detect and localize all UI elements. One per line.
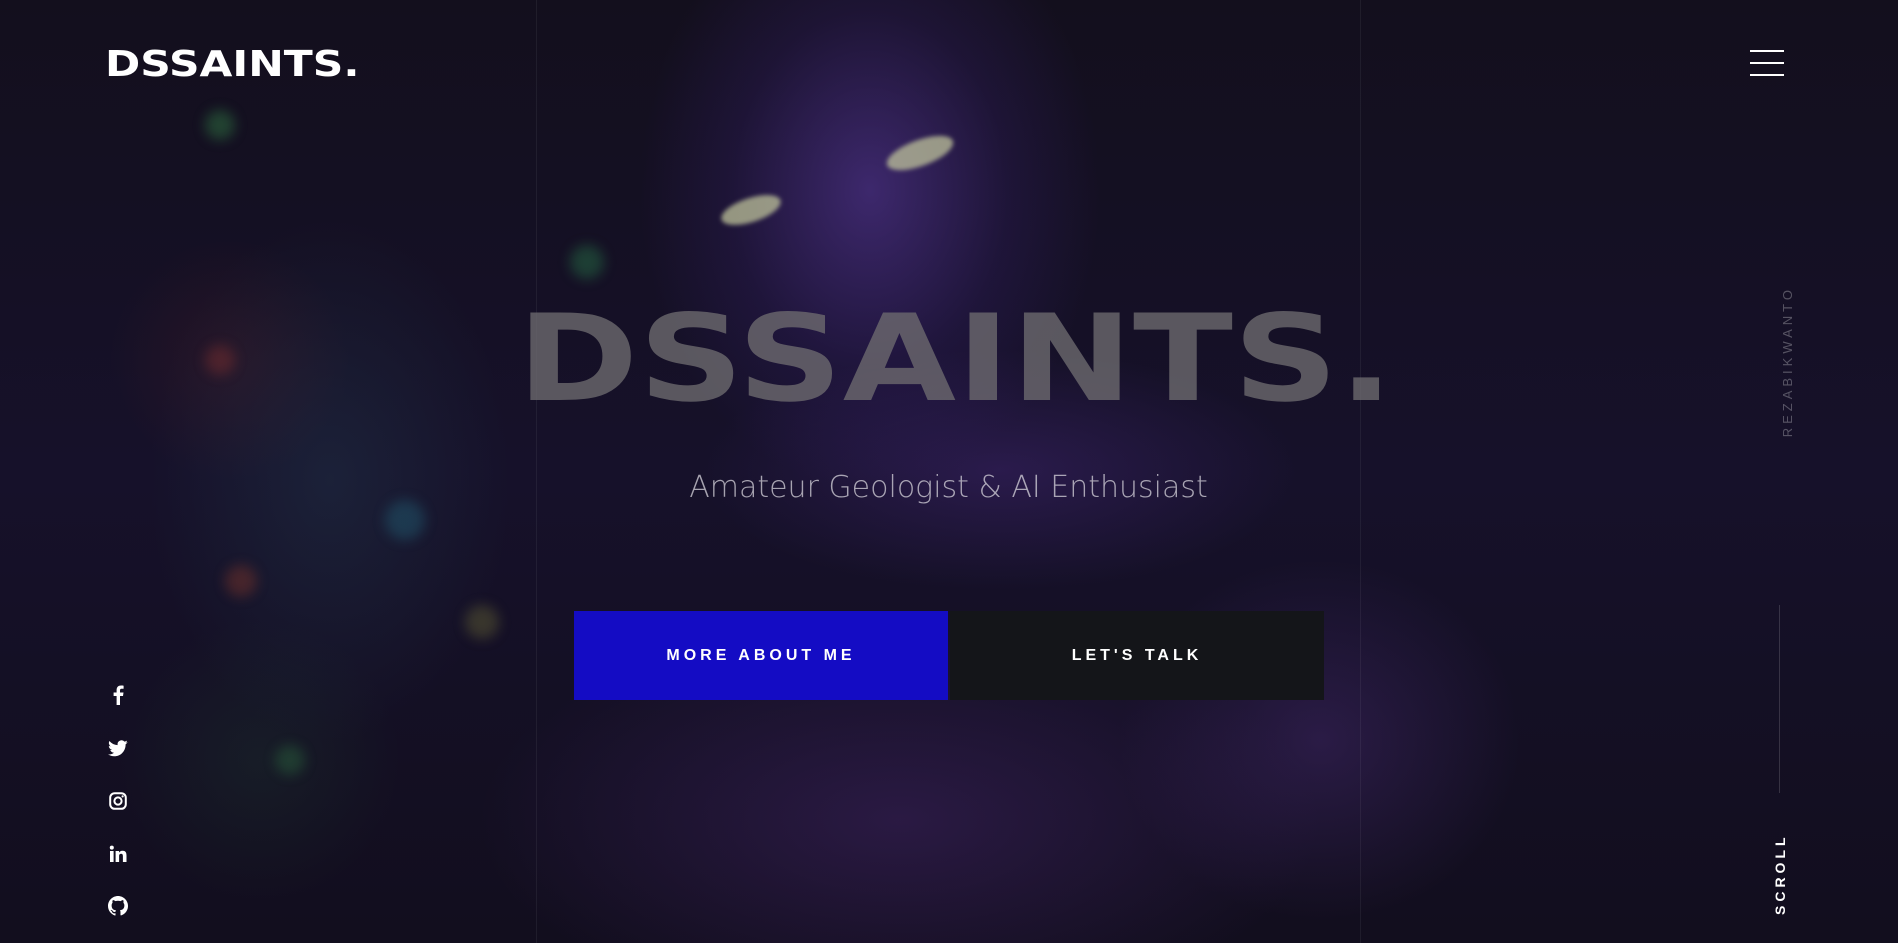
bokeh-light xyxy=(275,745,305,775)
bokeh-light xyxy=(205,345,235,375)
github-icon[interactable] xyxy=(106,894,130,918)
hamburger-menu-icon[interactable] xyxy=(1750,50,1784,78)
instagram-icon[interactable] xyxy=(106,789,130,813)
grid-line xyxy=(536,0,537,943)
lets-talk-button[interactable]: LET'S TALK xyxy=(950,611,1324,700)
eye-glow-left xyxy=(717,189,785,231)
eye-glow-right xyxy=(882,128,958,178)
vertical-name-label: REZABIKWANTO xyxy=(1780,286,1795,438)
facebook-icon[interactable] xyxy=(106,683,130,707)
hero-background: DSSAINTS. REZABIKWANTO SCROLL DSSAINTS. … xyxy=(0,0,1898,943)
bokeh-light xyxy=(465,605,499,639)
hero-title: DSSAINTS. xyxy=(400,300,1510,420)
hero-title-text: DSSAINTS. xyxy=(516,290,1394,429)
linkedin-icon[interactable] xyxy=(106,842,130,866)
bokeh-light xyxy=(570,245,604,279)
hero-subtitle: Amateur Geologist & AI Enthusiast xyxy=(689,470,1208,505)
twitter-icon[interactable] xyxy=(106,736,130,760)
grid-line xyxy=(1360,0,1361,943)
bokeh-light xyxy=(205,110,235,140)
scroll-indicator[interactable]: SCROLL xyxy=(1772,833,1788,915)
site-logo[interactable]: DSSAINTS. xyxy=(105,44,359,85)
bokeh-light xyxy=(385,500,425,540)
bokeh-light xyxy=(225,565,257,597)
more-about-me-button[interactable]: MORE ABOUT ME xyxy=(574,611,948,700)
scroll-line xyxy=(1779,605,1780,793)
